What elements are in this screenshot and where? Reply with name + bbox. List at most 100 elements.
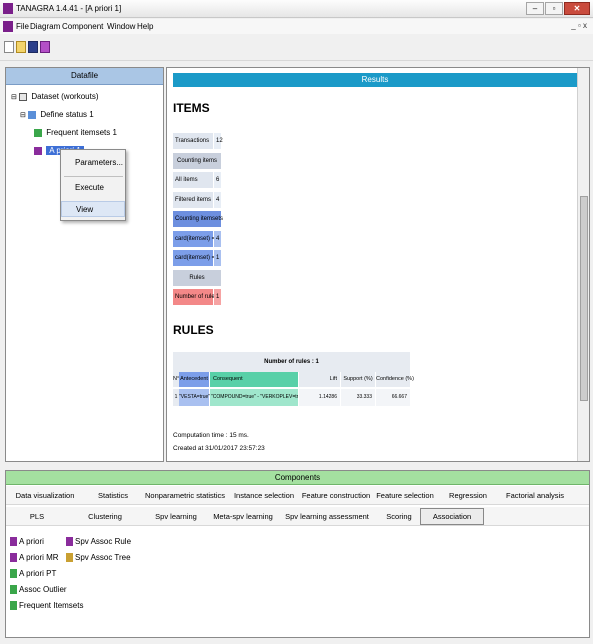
close-button[interactable]: ✕	[564, 2, 590, 15]
tree-collapse-toggle[interactable]: ⊟	[11, 94, 17, 101]
tab-association[interactable]: Association	[420, 508, 484, 525]
items-label-number-of-rules: Number of rules	[173, 289, 218, 305]
component-spv-assoc-rule[interactable]: Spv Assoc Rule	[66, 537, 132, 547]
tab-regression[interactable]: Regression	[438, 486, 498, 505]
tab-clustering[interactable]: Clustering	[68, 507, 142, 526]
rules-col-support: Support (%)	[341, 372, 375, 387]
component-apriori[interactable]: A priori	[10, 537, 44, 547]
menu-component[interactable]: Component	[62, 22, 103, 31]
items-header-counting-itemsets: Counting itemsets	[173, 211, 223, 227]
items-value-card-3: 1	[214, 250, 221, 266]
items-value-card-2: 4	[214, 231, 221, 247]
frequent-itemsets-icon	[10, 601, 17, 611]
dataset-icon	[19, 92, 28, 101]
items-label-filtered-items: Filtered items	[173, 192, 213, 208]
computation-time: Computation time : 15 ms.	[173, 432, 249, 439]
assoc-outlier-icon	[10, 585, 17, 595]
created-at: Created at 31/01/2017 23:57:23	[173, 445, 265, 452]
component-assoc-outlier[interactable]: Assoc Outlier	[10, 585, 67, 595]
context-menu: Parameters... Execute View	[60, 149, 126, 221]
tab-spv-learning[interactable]: Spv learning	[142, 507, 210, 526]
window-title: TANAGRA 1.4.41 - [A priori 1]	[16, 4, 122, 13]
tab-feature-selection[interactable]: Feature selection	[372, 486, 438, 505]
toolbar	[0, 34, 593, 61]
spv-assoc-rule-icon	[66, 537, 73, 547]
component-label: Spv Assoc Rule	[75, 537, 132, 546]
items-value-transactions: 12	[214, 133, 223, 149]
tab-meta-spv-learning[interactable]: Meta-spv learning	[210, 507, 276, 526]
tree-node-frequent-itemsets[interactable]: Frequent itemsets 1	[34, 128, 117, 137]
component-label: A priori PT	[19, 569, 57, 578]
items-value-all-items: 6	[214, 172, 221, 188]
rules-table-title: Number of rules : 1	[173, 352, 410, 372]
rule-cell-lift: 1.14286	[299, 389, 340, 406]
items-label-card-2: card(itemset) = 2	[173, 231, 220, 247]
menu-help[interactable]: Help	[137, 22, 153, 31]
restore-button[interactable]: ▫	[545, 2, 563, 15]
items-header-counting-items: Counting items	[173, 153, 221, 169]
component-apriori-pt[interactable]: A priori PT	[10, 569, 57, 579]
components-header: Components	[6, 471, 589, 485]
mdi-window-controls[interactable]: _ ▫ x	[571, 21, 587, 30]
mdi-child-icon[interactable]	[3, 21, 13, 32]
minimize-button[interactable]: –	[526, 2, 544, 15]
rule-cell-confidence: 66.667	[376, 389, 410, 406]
component-frequent-itemsets[interactable]: Frequent Itemsets	[10, 601, 83, 611]
results-header: Results	[173, 73, 577, 87]
menu-bar: File Diagram Component Window Help	[0, 19, 593, 34]
tree-label-define-status: Define status 1	[40, 110, 94, 119]
new-file-icon[interactable]	[4, 41, 14, 53]
rules-section-title: RULES	[173, 323, 214, 337]
context-menu-parameters[interactable]: Parameters...	[61, 155, 125, 171]
title-bar: TANAGRA 1.4.41 - [A priori 1] – ▫ ✕	[0, 0, 593, 18]
rules-col-consequent: Consequent	[210, 372, 298, 387]
component-categories-row-1: Data visualization Statistics Nonparamet…	[6, 486, 589, 505]
results-panel: Results ITEMS Transactions 12 Counting i…	[166, 67, 590, 462]
components-panel: Components Data visualization Statistics…	[5, 470, 590, 638]
results-scrollbar[interactable]	[577, 68, 589, 461]
rules-table: Number of rules : 1 N° Antecedent Conseq…	[173, 352, 414, 412]
tree-label-dataset: Dataset (workouts)	[31, 92, 99, 101]
tree-node-define-status[interactable]: ⊟ Define status 1	[20, 110, 94, 119]
tab-data-visualization[interactable]: Data visualization	[6, 486, 84, 505]
tab-factorial-analysis[interactable]: Factorial analysis	[498, 486, 572, 505]
spv-assoc-tree-icon	[66, 553, 73, 563]
results-scrollbar-thumb[interactable]	[580, 196, 588, 401]
component-spv-assoc-tree[interactable]: Spv Assoc Tree	[66, 553, 131, 563]
menu-window[interactable]: Window	[107, 22, 135, 31]
rules-col-confidence: Confidence (%)	[376, 372, 414, 387]
menu-diagram[interactable]: Diagram	[30, 22, 60, 31]
tab-pls[interactable]: PLS	[6, 507, 68, 526]
context-menu-view[interactable]: View	[61, 201, 125, 217]
tree-collapse-toggle[interactable]: ⊟	[20, 112, 26, 119]
tab-scoring[interactable]: Scoring	[378, 507, 420, 526]
items-label-card-3: card(itemset) = 3	[173, 250, 220, 266]
component-label: Spv Assoc Tree	[75, 553, 131, 562]
items-label-all-items: All items	[173, 172, 213, 188]
apriori-icon	[10, 537, 17, 547]
tab-nonparametric-statistics[interactable]: Nonparametric statistics	[142, 486, 228, 505]
items-header-rules: Rules	[173, 270, 221, 286]
tanagra-app-icon	[3, 3, 13, 14]
diagram-panel: Datafile ⊟ Dataset (workouts) ⊟ Define s…	[5, 67, 164, 462]
context-menu-execute[interactable]: Execute	[61, 180, 125, 196]
open-folder-icon[interactable]	[16, 41, 26, 53]
apriori-icon	[34, 146, 42, 155]
tree-node-dataset[interactable]: ⊟ Dataset (workouts)	[11, 92, 98, 101]
component-apriori-mr[interactable]: A priori MR	[10, 553, 59, 563]
menu-file[interactable]: File	[16, 22, 29, 31]
tab-spv-learning-assessment[interactable]: Spv learning assessment	[276, 507, 378, 526]
tab-instance-selection[interactable]: Instance selection	[228, 486, 300, 505]
define-status-icon	[28, 110, 37, 119]
save-icon[interactable]	[28, 41, 38, 53]
component-icon[interactable]	[40, 41, 50, 53]
component-label: A priori	[19, 537, 44, 546]
apriori-pt-icon	[10, 569, 17, 579]
tab-feature-construction[interactable]: Feature construction	[300, 486, 372, 505]
rule-cell-antecedent: "VESTA=true"	[179, 389, 210, 406]
tab-statistics[interactable]: Statistics	[84, 486, 142, 505]
rules-col-lift: Lift	[299, 372, 340, 387]
rules-col-antecedent: Antecedent	[179, 372, 209, 387]
component-label: Assoc Outlier	[19, 585, 67, 594]
rule-cell-consequent: "COMPOUND=true" - "VERKOPLEV=true"	[210, 389, 298, 406]
